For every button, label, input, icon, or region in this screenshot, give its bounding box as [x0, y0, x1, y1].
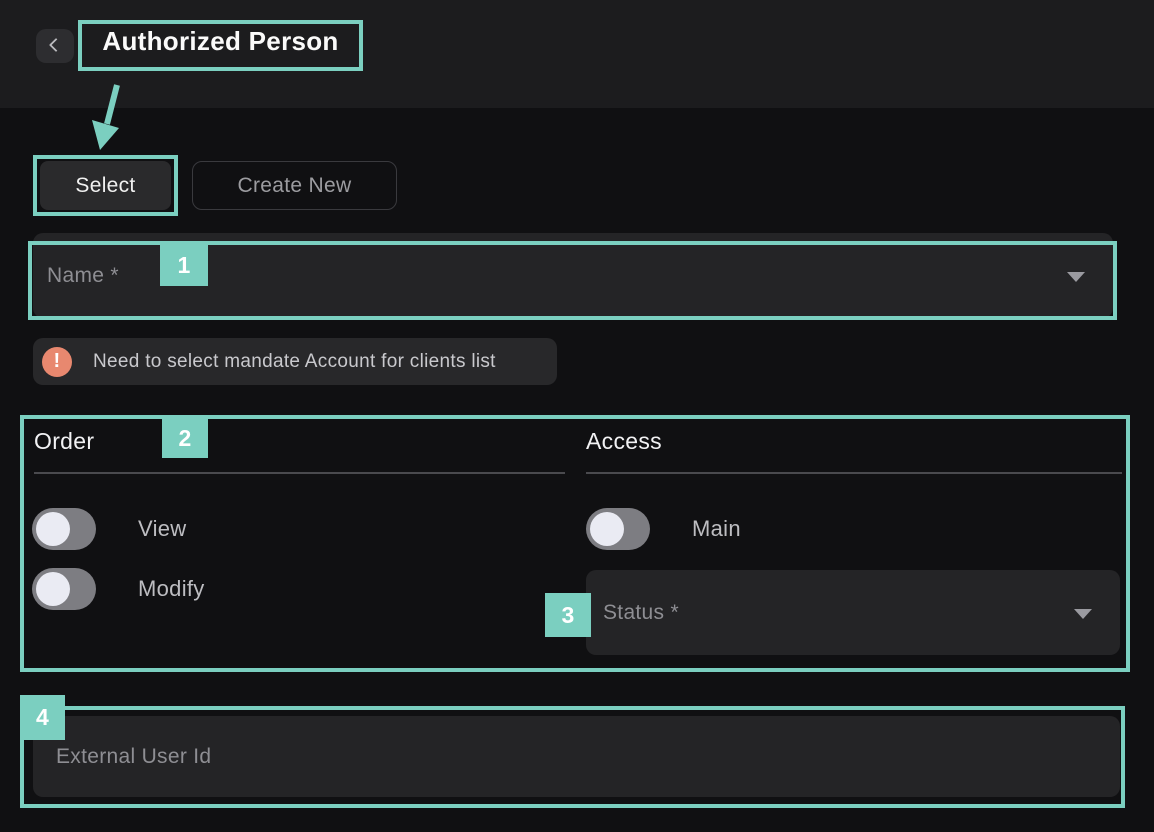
- annotation-badge-4: 4: [20, 695, 65, 740]
- external-user-id-input[interactable]: External User Id: [33, 716, 1120, 797]
- status-dropdown-label: Status *: [603, 601, 679, 625]
- warning-message: Need to select mandate Account for clien…: [93, 351, 496, 373]
- page-title: Authorized Person: [78, 20, 363, 63]
- page-title-wrap: Authorized Person: [78, 20, 363, 71]
- annotation-arrow: [88, 78, 132, 156]
- order-divider: [34, 472, 565, 474]
- header-bar: Authorized Person: [0, 0, 1154, 108]
- access-section-title: Access: [586, 428, 662, 455]
- warning-icon: !: [42, 347, 72, 377]
- access-divider: [586, 472, 1122, 474]
- toggle-view-label: View: [138, 516, 187, 542]
- annotation-badge-3: 3: [545, 593, 591, 637]
- name-dropdown-label: Name *: [47, 264, 119, 288]
- toggle-view-switch[interactable]: [32, 508, 96, 550]
- order-section-title: Order: [34, 428, 94, 455]
- chevron-down-icon: [1074, 609, 1092, 619]
- toggle-view[interactable]: View: [32, 508, 187, 550]
- tab-select[interactable]: Select: [40, 161, 171, 210]
- status-dropdown[interactable]: Status *: [586, 570, 1120, 655]
- toggle-main-label: Main: [692, 516, 741, 542]
- annotation-badge-1: 1: [160, 245, 208, 286]
- tab-create-new[interactable]: Create New: [192, 161, 397, 210]
- toggle-knob: [36, 572, 70, 606]
- toggle-main[interactable]: Main: [586, 508, 741, 550]
- toggle-modify[interactable]: Modify: [32, 568, 205, 610]
- toggle-modify-label: Modify: [138, 576, 205, 602]
- back-button[interactable]: [36, 29, 74, 63]
- chevron-down-icon: [1067, 272, 1085, 282]
- toggle-main-switch[interactable]: [586, 508, 650, 550]
- warning-banner: ! Need to select mandate Account for cli…: [33, 338, 557, 385]
- toggle-knob: [590, 512, 624, 546]
- annotation-badge-2: 2: [162, 419, 208, 458]
- external-user-id-placeholder: External User Id: [56, 745, 211, 769]
- chevron-left-icon: [49, 38, 63, 52]
- toggle-modify-switch[interactable]: [32, 568, 96, 610]
- toggle-knob: [36, 512, 70, 546]
